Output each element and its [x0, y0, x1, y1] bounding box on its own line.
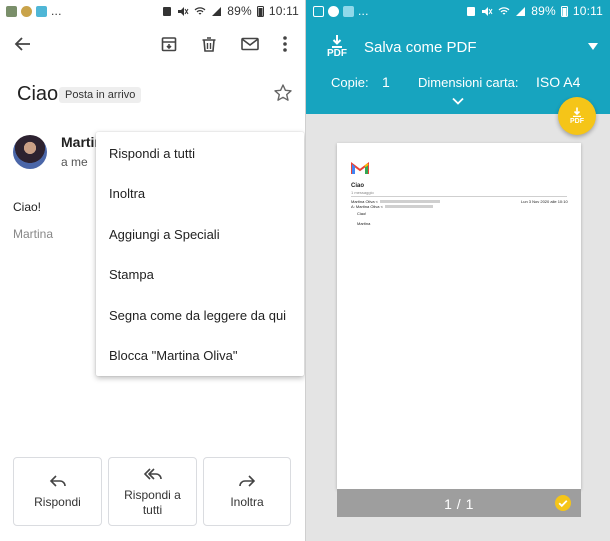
clock: 10:11 — [268, 4, 299, 18]
redacted-email — [380, 200, 441, 204]
more-notifications-icon: ... — [51, 4, 62, 18]
app-icon — [343, 5, 354, 17]
menu-item-add-starred[interactable]: Aggiungi a Speciali — [109, 227, 220, 242]
email-signature: Martina — [13, 227, 54, 241]
copies-value[interactable]: 1 — [382, 74, 390, 90]
gallery-icon — [313, 5, 324, 17]
print-preview-page[interactable]: Ciao 1 messaggio Martina Oliva < Lun 3 N… — [337, 143, 581, 489]
preview-message-count: 1 messaggio — [351, 190, 374, 195]
download-icon — [573, 107, 581, 117]
wifi-icon — [498, 6, 510, 15]
alarm-icon — [467, 6, 476, 16]
battery-percent: 89% — [227, 4, 252, 18]
expand-chevron-icon[interactable] — [452, 97, 464, 105]
reply-all-label-line2: tutti — [142, 502, 163, 517]
menu-item-print[interactable]: Stampa — [109, 267, 154, 282]
trash-icon[interactable] — [197, 32, 221, 56]
copies-label: Copie: — [331, 75, 369, 90]
archive-icon[interactable] — [157, 32, 181, 56]
battery-icon — [560, 6, 568, 17]
recipient-summary[interactable]: a me — [61, 155, 88, 169]
paper-size-label: Dimensioni carta: — [418, 75, 519, 90]
preview-date: Lun 3 Nov 2020 alle 10:10 — [521, 199, 568, 204]
preview-signature: Martina — [357, 221, 371, 226]
download-icon — [332, 35, 342, 48]
menu-item-reply-all[interactable]: Rispondi a tutti — [109, 146, 195, 161]
more-options-icon[interactable] — [273, 32, 297, 56]
reply-all-label-line1: Rispondi a — [124, 487, 181, 502]
reply-icon — [49, 475, 66, 487]
gmail-panel: ... 89% 10:11 Ciao Posta in arrivo Marti… — [0, 0, 305, 541]
signal-icon — [212, 6, 222, 16]
gallery-icon — [6, 5, 17, 17]
redacted-email — [384, 205, 433, 209]
clock: 10:11 — [572, 4, 603, 18]
forward-button[interactable]: Inoltra — [203, 457, 291, 526]
preview-recipient: A: Martina Oliva < — [351, 204, 433, 209]
reply-label: Rispondi — [34, 495, 81, 509]
mute-icon — [482, 6, 493, 16]
reply-all-button[interactable]: Rispondi a tutti — [108, 457, 197, 526]
email-toolbar — [0, 28, 305, 60]
printer-destination-select[interactable]: Salva come PDF — [364, 39, 477, 56]
menu-item-forward[interactable]: Inoltra — [109, 186, 145, 201]
menu-item-mark-unread[interactable]: Segna come da leggere da qui — [109, 308, 286, 323]
menu-item-block-sender[interactable]: Blocca "Martina Oliva" — [109, 348, 237, 363]
preview-title: Ciao — [351, 183, 365, 189]
app-icon — [21, 5, 32, 17]
forward-icon — [239, 475, 256, 487]
email-subject: Ciao — [17, 83, 59, 105]
star-icon[interactable] — [273, 83, 295, 105]
paper-size-value[interactable]: ISO A4 — [536, 74, 580, 90]
email-body: Ciao! — [13, 200, 42, 214]
overflow-menu: Rispondi a tutti Inoltra Aggiungi a Spec… — [96, 132, 304, 376]
battery-icon — [256, 6, 264, 17]
signal-icon — [516, 6, 526, 16]
back-arrow-icon[interactable] — [11, 32, 35, 56]
reply-all-icon — [143, 467, 162, 480]
recipient-text: a me — [61, 155, 88, 169]
reply-button[interactable]: Rispondi — [13, 457, 102, 526]
dropdown-arrow-icon[interactable] — [588, 43, 598, 51]
mark-unread-icon[interactable] — [238, 32, 262, 56]
gmail-logo-icon — [351, 162, 369, 174]
alarm-icon — [163, 6, 172, 16]
save-pdf-fab[interactable]: PDF — [558, 97, 596, 135]
wifi-icon — [194, 6, 206, 15]
status-bar: ... 89% 10:11 — [306, 0, 610, 22]
app-icon — [36, 5, 47, 17]
pdf-download-button[interactable]: PDF — [324, 34, 350, 64]
page-indicator: 1 / 1 — [444, 496, 474, 512]
status-bar: ... 89% 10:11 — [0, 0, 305, 22]
inbox-label-chip[interactable]: Posta in arrivo — [59, 87, 142, 103]
pdf-button-label: PDF — [327, 48, 347, 59]
battery-percent: 89% — [531, 4, 556, 18]
page-selected-check-icon[interactable] — [555, 495, 571, 511]
preview-body: Ciao! — [357, 211, 367, 216]
preview-divider — [351, 196, 567, 197]
preview-recipient-text: A: Martina Oliva < — [351, 204, 383, 209]
forward-label: Inoltra — [230, 495, 264, 509]
print-preview-panel: ... 89% 10:11 PDF Salva come PDF Copie: … — [305, 0, 610, 541]
app-icon — [328, 5, 339, 17]
page-indicator-bar: 1 / 1 — [337, 489, 581, 517]
sender-avatar[interactable] — [13, 135, 47, 169]
fab-label: PDF — [570, 118, 584, 125]
more-notifications-icon: ... — [358, 4, 369, 18]
mute-icon — [178, 6, 189, 16]
